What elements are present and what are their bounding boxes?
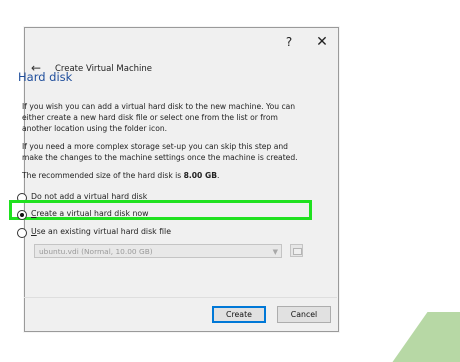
recommended-size-suffix: . xyxy=(217,171,220,180)
recommended-size-value: 8.00 GB xyxy=(183,171,218,180)
cancel-button[interactable]: Cancel xyxy=(277,306,331,323)
create-button[interactable]: Create xyxy=(212,306,266,323)
close-button[interactable]: ✕ xyxy=(314,34,330,50)
option-create-disk[interactable]: Create a virtual hard disk now xyxy=(17,209,177,223)
option-existing-disk[interactable]: Use an existing virtual hard disk file xyxy=(17,227,217,241)
chevron-down-icon: ▼ xyxy=(272,248,278,256)
radio-existing-disk[interactable] xyxy=(17,228,27,238)
folder-icon[interactable] xyxy=(290,244,303,257)
existing-disk-select[interactable]: ubuntu.vdi (Normal, 10.00 GB) ▼ xyxy=(34,244,282,258)
existing-disk-value: ubuntu.vdi (Normal, 10.00 GB) xyxy=(39,247,153,256)
footer-divider xyxy=(24,297,337,298)
intro-paragraph: If you wish you can add a virtual hard d… xyxy=(22,102,296,133)
option-existing-disk-label[interactable]: Use an existing virtual hard disk file xyxy=(31,227,171,236)
help-button[interactable]: ? xyxy=(281,34,297,50)
radio-create-disk[interactable] xyxy=(17,210,27,220)
option-create-disk-label[interactable]: Create a virtual hard disk now xyxy=(31,209,149,218)
green-corner-shape xyxy=(392,312,460,362)
section-title: Hard disk xyxy=(18,70,73,84)
option-existing-disk-text: se an existing virtual hard disk file xyxy=(36,227,172,236)
title-bar: ? ✕ xyxy=(25,28,338,56)
advanced-paragraph: If you need a more complex storage set-u… xyxy=(22,142,298,162)
recommended-size-prefix: The recommended size of the hard disk is xyxy=(22,171,184,180)
option-create-disk-text: reate a virtual hard disk now xyxy=(36,209,149,218)
recommended-size-text: The recommended size of the hard disk is… xyxy=(22,170,298,181)
